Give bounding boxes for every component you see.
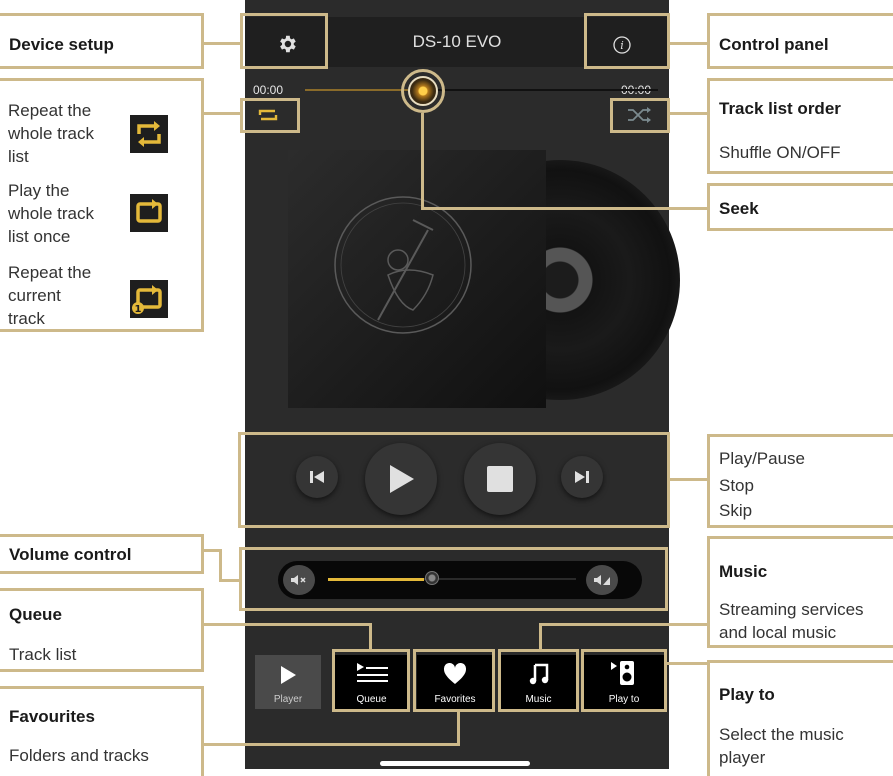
callout-title: Music	[719, 562, 768, 581]
connector	[670, 478, 710, 481]
callout-title: Volume control	[9, 545, 132, 564]
gear-highlight	[240, 13, 328, 69]
callout-title: Queue	[9, 605, 62, 624]
stop-label: Stop	[719, 476, 754, 495]
tab-label: Player	[273, 694, 303, 705]
playto-tab-highlight	[581, 649, 667, 712]
callout-desc: Select the music player	[719, 725, 844, 767]
connector	[539, 623, 542, 650]
transport-highlight	[238, 432, 670, 528]
callout-title: Control panel	[719, 35, 829, 54]
skip-label: Skip	[719, 501, 753, 520]
connector	[219, 549, 222, 582]
favorites-tab-highlight	[413, 649, 495, 712]
album-art	[288, 150, 546, 408]
volume-highlight	[239, 547, 668, 611]
favourites-callout: Favourites Folders and tracks	[0, 686, 204, 776]
connector	[539, 623, 710, 626]
repeat-one-label: Repeat the current track	[8, 263, 92, 328]
music-tab-highlight	[498, 649, 579, 712]
repeat-highlight	[240, 98, 300, 133]
volume-callout: Volume control	[0, 534, 204, 574]
connector	[219, 579, 240, 582]
connector	[202, 743, 460, 746]
connector	[670, 112, 710, 115]
repeat-one-icon: 1	[130, 280, 168, 318]
connector	[421, 207, 710, 210]
connector	[667, 662, 710, 665]
info-highlight	[584, 13, 670, 69]
playto-callout: Play to Select the music player	[707, 660, 893, 776]
callout-title: Track list order	[719, 99, 841, 118]
elapsed-time: 00:00	[253, 83, 284, 97]
play-once-icon	[130, 194, 168, 232]
callout-title: Device setup	[9, 35, 114, 54]
music-callout: Music Streaming services and local music	[707, 536, 893, 648]
connector	[457, 711, 460, 746]
callout-desc: Streaming services and local music	[719, 600, 864, 642]
repeat-all-icon	[130, 115, 168, 153]
track-order-callout: Track list order Shuffle ON/OFF	[707, 78, 893, 174]
play-icon	[281, 666, 296, 684]
connector	[670, 42, 710, 45]
callout-desc: Track list	[9, 645, 77, 664]
connector	[202, 623, 372, 626]
svg-text:1: 1	[135, 304, 142, 315]
queue-callout: Queue Track list	[0, 588, 204, 672]
connector	[421, 113, 424, 210]
tab-player[interactable]: Player	[255, 655, 321, 709]
play-once-label: Play the whole track list once	[8, 181, 94, 246]
play-pause-label: Play/Pause	[719, 449, 805, 468]
control-panel-callout: Control panel	[707, 13, 893, 69]
callout-desc: Shuffle ON/OFF	[719, 143, 841, 162]
seek-callout: Seek	[707, 183, 893, 231]
transport-callout: Play/Pause Stop Skip	[707, 434, 893, 528]
callout-title: Play to	[719, 685, 775, 704]
queue-tab-highlight	[332, 649, 410, 712]
repeat-all-label: Repeat the whole track list	[8, 101, 94, 166]
seek-highlight	[401, 69, 445, 113]
connector	[200, 112, 240, 115]
home-indicator	[380, 761, 530, 766]
connector	[369, 623, 372, 650]
connector	[200, 42, 240, 45]
callout-desc: Folders and tracks	[9, 746, 149, 765]
callout-title: Seek	[719, 199, 759, 218]
shuffle-highlight	[610, 98, 670, 133]
repeat-modes-callout: Repeat the whole track list Play the who…	[0, 78, 204, 332]
callout-title: Favourites	[9, 707, 95, 726]
device-setup-callout: Device setup	[0, 13, 204, 69]
